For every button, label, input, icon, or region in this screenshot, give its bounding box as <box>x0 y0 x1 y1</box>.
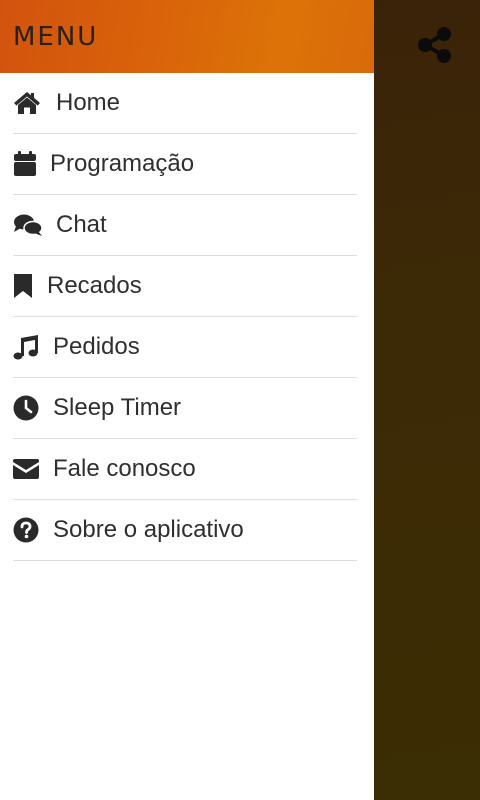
menu-label-chat: Chat <box>56 211 107 238</box>
calendar-icon <box>13 150 50 178</box>
menu-item-sobre-o-aplicativo[interactable]: Sobre o aplicativo <box>13 500 357 561</box>
menu-item-chat[interactable]: Chat <box>13 195 357 256</box>
question-circle-icon <box>13 516 53 544</box>
menu-item-home[interactable]: Home <box>13 73 357 134</box>
menu-label-fale-conosco: Fale conosco <box>53 455 196 482</box>
navigation-drawer: MENU Home Programação Chat Recados Pedid… <box>0 0 374 800</box>
menu-label-home: Home <box>56 89 121 116</box>
menu-item-sleep-timer[interactable]: Sleep Timer <box>13 378 357 439</box>
music-note-icon <box>13 333 53 361</box>
drawer-header: MENU <box>0 0 374 73</box>
drawer-title: MENU <box>13 22 99 52</box>
chat-icon <box>13 211 56 239</box>
share-button[interactable] <box>412 24 458 70</box>
app-screen: MENU Home Programação Chat Recados Pedid… <box>0 0 480 800</box>
menu-item-programacao[interactable]: Programação <box>13 134 357 195</box>
menu-label-sleep-timer: Sleep Timer <box>53 394 182 421</box>
share-icon <box>417 26 453 69</box>
clock-icon <box>13 394 53 422</box>
bookmark-icon <box>13 272 47 300</box>
menu-label-recados: Recados <box>47 272 142 299</box>
menu-label-pedidos: Pedidos <box>53 333 140 360</box>
menu-item-recados[interactable]: Recados <box>13 256 357 317</box>
home-icon <box>13 89 56 117</box>
menu-label-sobre-o-aplicativo: Sobre o aplicativo <box>53 516 244 543</box>
menu-list: Home Programação Chat Recados Pedidos Sl… <box>0 73 374 561</box>
menu-item-fale-conosco[interactable]: Fale conosco <box>13 439 357 500</box>
menu-label-programacao: Programação <box>50 150 195 177</box>
envelope-icon <box>13 455 53 483</box>
menu-item-pedidos[interactable]: Pedidos <box>13 317 357 378</box>
